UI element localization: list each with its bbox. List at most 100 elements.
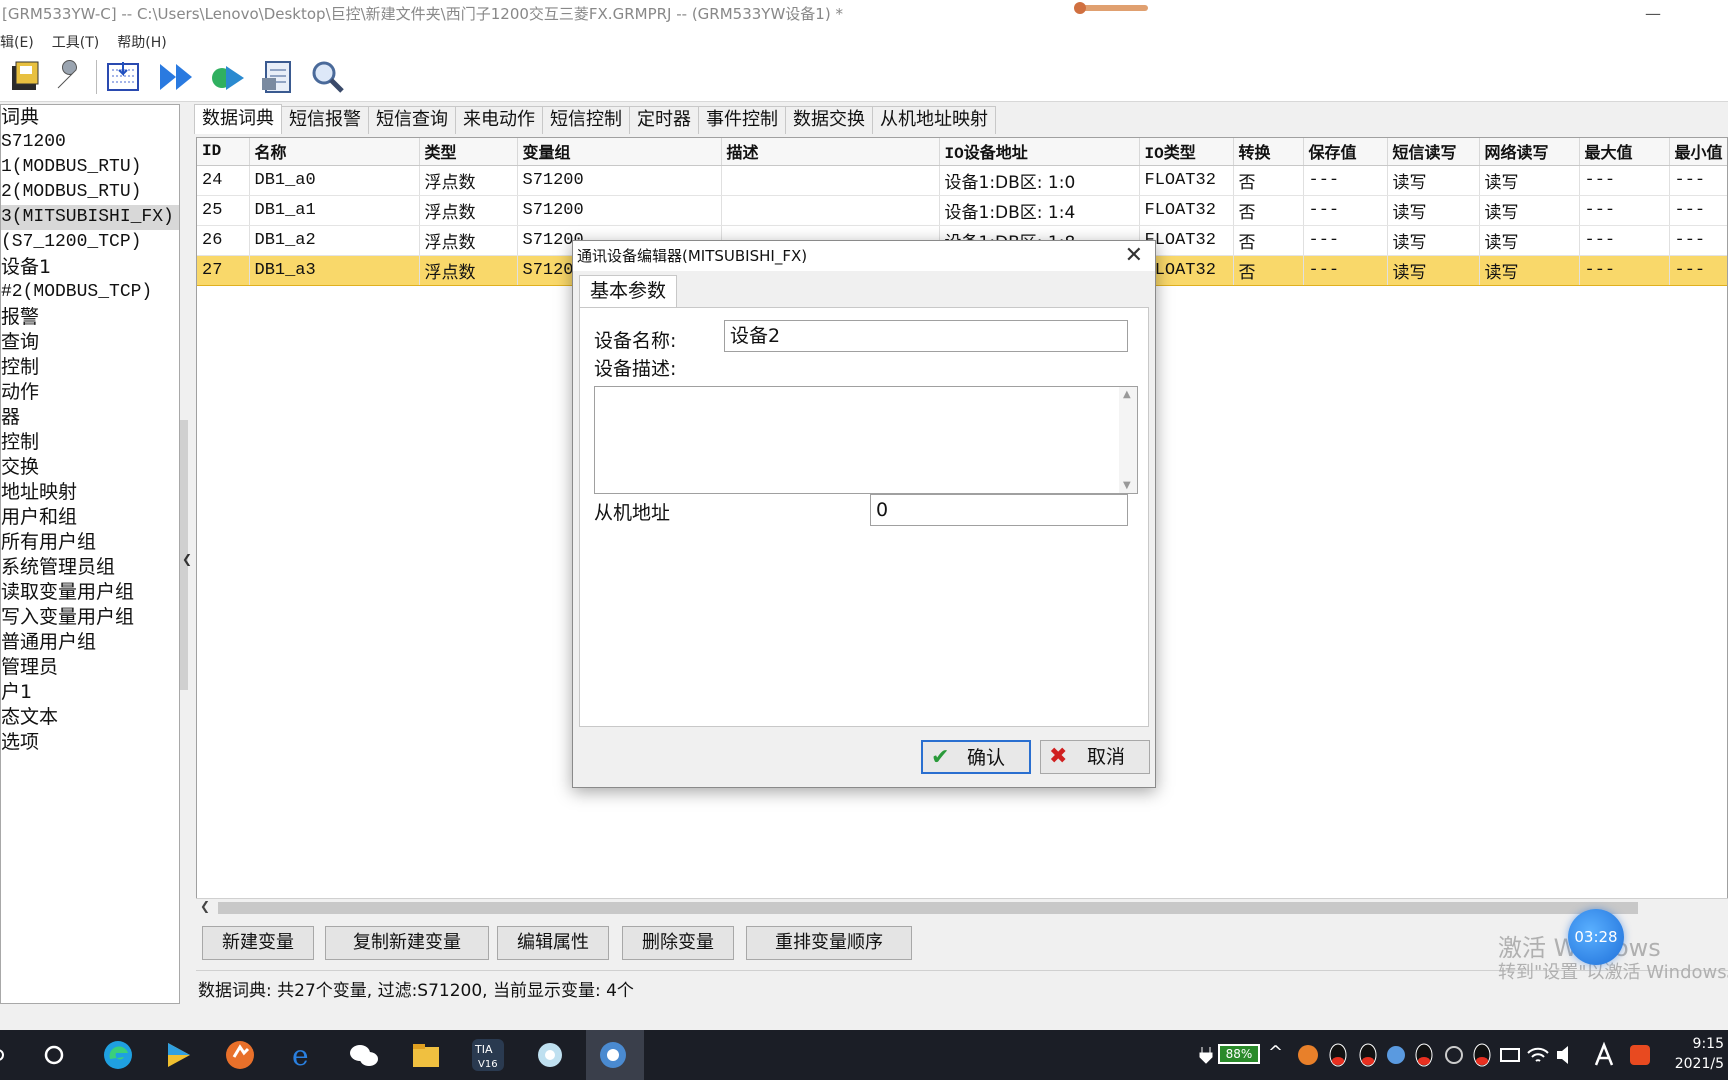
edit-properties-button[interactable]: 编辑属性 — [497, 926, 609, 960]
tree-item[interactable]: #2(MODBUS_TCP) — [1, 280, 179, 305]
device-icon[interactable] — [1498, 1039, 1522, 1071]
tree-item[interactable]: 1(MODBUS_RTU) — [1, 155, 179, 180]
app-orange-icon[interactable] — [224, 1039, 256, 1071]
tree-item[interactable]: 选项 — [1, 730, 179, 755]
plug-icon[interactable] — [1196, 1039, 1216, 1071]
flower-app-icon[interactable] — [534, 1039, 566, 1071]
tree-item[interactable]: 用户和组 — [1, 505, 179, 530]
table-horizontal-scrollbar[interactable]: ❮ — [196, 898, 1728, 916]
tree-item[interactable]: 词典 — [1, 105, 179, 130]
tree-item[interactable]: 交换 — [1, 455, 179, 480]
qq-icon-2[interactable] — [1356, 1039, 1380, 1071]
tree-item[interactable]: (S7_1200_TCP) — [1, 230, 179, 255]
tab-sms-query[interactable]: 短信查询 — [368, 106, 456, 134]
tree-item[interactable]: 系统管理员组 — [1, 555, 179, 580]
tree-item[interactable]: 所有用户组 — [1, 530, 179, 555]
column-header[interactable]: 短信读写 — [1387, 138, 1480, 166]
delete-variable-button[interactable]: 删除变量 — [622, 926, 734, 960]
cortana-icon[interactable] — [38, 1039, 70, 1071]
column-header[interactable]: 变量组 — [517, 138, 722, 166]
save-icon[interactable] — [6, 58, 44, 96]
tree-item[interactable]: 查询 — [1, 330, 179, 355]
copy-new-variable-button[interactable]: 复制新建变量 — [325, 926, 489, 960]
network-app-icon[interactable] — [1384, 1039, 1408, 1071]
column-header[interactable]: 网络读写 — [1479, 138, 1580, 166]
qq-icon[interactable] — [1326, 1039, 1350, 1071]
input-method-icon[interactable] — [1592, 1039, 1616, 1071]
tree-item[interactable]: 写入变量用户组 — [1, 605, 179, 630]
wrench-icon[interactable] — [50, 58, 88, 96]
tab-data-exchange[interactable]: 数据交换 — [785, 106, 873, 134]
volume-slider-overlay[interactable] — [1074, 2, 1148, 14]
tab-sms-control[interactable]: 短信控制 — [542, 106, 630, 134]
scroll-thumb[interactable] — [218, 902, 1638, 914]
confirm-button[interactable]: ✔ 确认 — [921, 740, 1031, 774]
media-player-icon[interactable] — [162, 1039, 194, 1071]
device-desc-textarea[interactable]: ▲ ▼ — [594, 386, 1138, 494]
tab-sms-alarm[interactable]: 短信报警 — [281, 106, 369, 134]
reorder-variables-button[interactable]: 重排变量顺序 — [746, 926, 912, 960]
search-taskbar-icon[interactable] — [0, 1039, 22, 1071]
tab-slave-mapping[interactable]: 从机地址映射 — [872, 106, 996, 134]
tree-item[interactable]: 器 — [1, 405, 179, 430]
qq-icon-3[interactable] — [1412, 1039, 1436, 1071]
device-name-input[interactable]: 设备2 — [724, 320, 1128, 352]
collapse-panel-icon[interactable]: ❮ — [182, 552, 192, 566]
fast-forward-icon[interactable] — [158, 58, 196, 96]
tree-item[interactable]: 控制 — [1, 430, 179, 455]
column-header[interactable]: 类型 — [419, 138, 518, 166]
minimize-icon[interactable]: — — [1628, 0, 1678, 30]
new-variable-button[interactable]: 新建变量 — [202, 926, 314, 960]
menu-tools[interactable]: 工具(T) — [52, 30, 109, 52]
tree-item[interactable]: 管理员 — [1, 655, 179, 680]
grid-download-icon[interactable] — [104, 58, 142, 96]
ie-icon[interactable]: e — [286, 1039, 318, 1071]
tab-data-dictionary[interactable]: 数据词典 — [194, 104, 282, 134]
tab-basic-params[interactable]: 基本参数 — [579, 275, 678, 307]
tab-call-action[interactable]: 来电动作 — [455, 106, 543, 134]
scroll-left-icon[interactable]: ❮ — [200, 899, 210, 913]
tree-item[interactable]: 设备1 — [1, 255, 179, 280]
scroll-down-icon[interactable]: ▼ — [1123, 480, 1131, 491]
file-explorer-icon[interactable] — [410, 1039, 442, 1071]
tree-item[interactable]: 报警 — [1, 305, 179, 330]
tree-item[interactable]: 态文本 — [1, 705, 179, 730]
slave-address-input[interactable]: 0 — [870, 494, 1128, 526]
dialog-close-icon[interactable]: ✕ — [1125, 243, 1143, 269]
table-row[interactable]: 24 DB1_a0 浮点数 S71200 设备1:DB区: 1:0 FLOAT32 否 ---… — [197, 165, 1727, 196]
column-header[interactable]: ID — [197, 138, 250, 166]
recording-timer[interactable]: 03:28 — [1568, 909, 1624, 965]
edge-icon[interactable] — [102, 1039, 134, 1071]
tree-item[interactable]: 普通用户组 — [1, 630, 179, 655]
column-header[interactable]: IO类型 — [1139, 138, 1234, 166]
chevron-up-icon[interactable]: ^ — [1268, 1042, 1283, 1080]
tree-item[interactable]: 动作 — [1, 380, 179, 405]
gear-app-icon[interactable] — [597, 1039, 629, 1071]
menu-help[interactable]: 帮助(H) — [117, 30, 176, 52]
tree-item[interactable]: 控制 — [1, 355, 179, 380]
run-icon[interactable] — [208, 58, 246, 96]
volume-icon[interactable] — [1554, 1039, 1578, 1071]
tree-item[interactable]: S71200 — [1, 130, 179, 155]
column-header[interactable]: 转换 — [1233, 138, 1304, 166]
tray-app-icon[interactable] — [1296, 1039, 1320, 1071]
search-icon[interactable] — [308, 58, 346, 96]
column-header[interactable]: 最小值 — [1669, 138, 1727, 166]
column-header[interactable]: IO设备地址 — [939, 138, 1140, 166]
column-header[interactable]: 名称 — [249, 138, 420, 166]
column-header[interactable]: 最大值 — [1579, 138, 1670, 166]
cancel-button[interactable]: ✖ 取消 — [1040, 740, 1150, 774]
scroll-up-icon[interactable]: ▲ — [1123, 389, 1131, 400]
wifi-icon[interactable] — [1526, 1039, 1550, 1071]
tree-item[interactable]: 地址映射 — [1, 480, 179, 505]
tree-item[interactable]: 3(MITSUBISHI_FX) — [1, 205, 179, 230]
system-clock[interactable]: 9:15 2021/5 — [1675, 1034, 1724, 1074]
tree-item[interactable]: 2(MODBUS_RTU) — [1, 180, 179, 205]
wechat-icon[interactable] — [348, 1039, 380, 1071]
tia-portal-icon[interactable]: TIA V16 — [472, 1039, 504, 1071]
desc-scrollbar[interactable]: ▲ ▼ — [1119, 387, 1137, 493]
tab-timer[interactable]: 定时器 — [629, 106, 699, 134]
table-row[interactable]: 25 DB1_a1 浮点数 S71200 设备1:DB区: 1:4 FLOAT32 否 ---… — [197, 195, 1727, 226]
tree-item[interactable]: 读取变量用户组 — [1, 580, 179, 605]
sync-icon[interactable] — [1442, 1039, 1466, 1071]
